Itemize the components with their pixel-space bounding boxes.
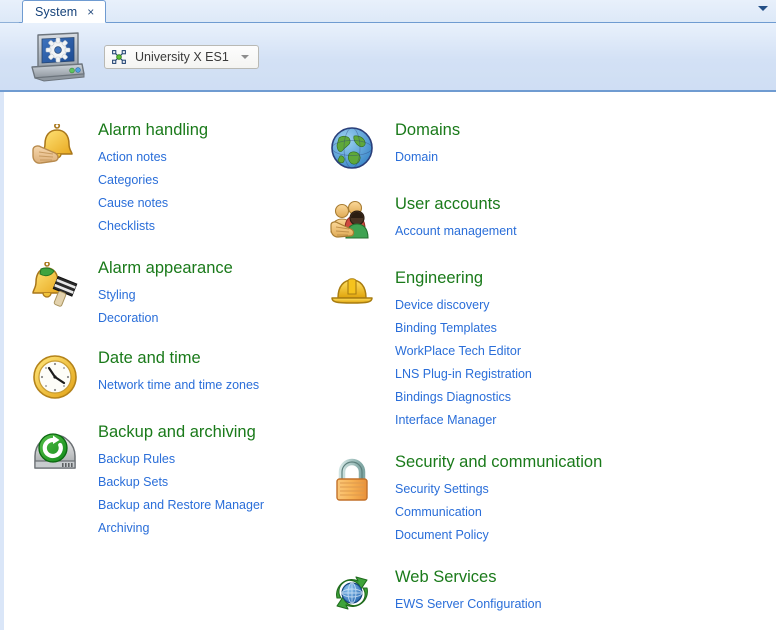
link-action-notes[interactable]: Action notes xyxy=(98,146,167,169)
group-body: User accounts Account management xyxy=(379,194,745,243)
group-title: Date and time xyxy=(98,349,201,367)
chevron-down-icon[interactable] xyxy=(758,6,768,11)
group-title: Engineering xyxy=(395,269,484,287)
group-body: Engineering Device discovery Binding Tem… xyxy=(379,268,745,432)
group-domains: Domains Domain xyxy=(325,120,745,172)
backup-drive-icon xyxy=(28,422,82,476)
clock-icon xyxy=(28,348,82,402)
link-workplace-tech-editor[interactable]: WorkPlace Tech Editor xyxy=(395,340,521,363)
settings-column-left: Alarm handling Action notes Categories C… xyxy=(28,92,328,540)
tab-strip: System × xyxy=(0,0,776,23)
group-backup-and-archiving: Backup and archiving Backup Rules Backup… xyxy=(28,422,328,540)
link-backup-rules[interactable]: Backup Rules xyxy=(98,448,175,471)
group-title: Alarm appearance xyxy=(98,259,233,277)
group-links: Action notes Categories Cause notes Chec… xyxy=(98,146,328,238)
group-title: Security and communication xyxy=(395,453,603,471)
laptop-settings-icon xyxy=(26,31,86,83)
group-body: Alarm appearance Styling Decoration xyxy=(82,258,328,330)
site-selector-value: University X ES1 xyxy=(135,49,229,64)
tab-system[interactable]: System × xyxy=(22,0,107,23)
group-links: Account management xyxy=(395,220,745,243)
group-body: Alarm handling Action notes Categories C… xyxy=(82,120,328,238)
group-links: EWS Server Configuration xyxy=(395,593,745,616)
group-links: Backup Rules Backup Sets Backup and Rest… xyxy=(98,448,328,540)
users-icon xyxy=(325,194,379,246)
settings-content: Alarm handling Action notes Categories C… xyxy=(0,92,776,630)
group-title: Web Services xyxy=(395,568,497,586)
group-body: Backup and archiving Backup Rules Backup… xyxy=(82,422,328,540)
link-cause-notes[interactable]: Cause notes xyxy=(98,192,168,215)
group-title: User accounts xyxy=(395,195,501,213)
link-security-settings[interactable]: Security Settings xyxy=(395,478,489,501)
group-links: Security Settings Communication Document… xyxy=(395,478,745,547)
link-styling[interactable]: Styling xyxy=(98,284,136,307)
site-selector-dropdown[interactable]: University X ES1 xyxy=(104,44,259,69)
group-alarm-handling: Alarm handling Action notes Categories C… xyxy=(28,120,328,238)
group-title: Domains xyxy=(395,121,461,139)
link-bindings-diagnostics[interactable]: Bindings Diagnostics xyxy=(395,386,511,409)
settings-column-right: Domains Domain User accounts Account man… xyxy=(325,92,745,616)
group-links: Domain xyxy=(395,146,745,169)
hardhat-icon xyxy=(325,268,379,316)
network-nodes-icon xyxy=(112,49,126,64)
tab-system-label: System xyxy=(35,4,78,19)
close-icon[interactable]: × xyxy=(86,6,95,18)
header-band: University X ES1 xyxy=(0,23,776,92)
group-links: Styling Decoration xyxy=(98,284,328,330)
link-communication[interactable]: Communication xyxy=(395,501,482,524)
web-services-icon xyxy=(325,567,379,615)
link-lns-plug-in-registration[interactable]: LNS Plug-in Registration xyxy=(395,363,532,386)
group-links: Network time and time zones xyxy=(98,374,328,397)
link-binding-templates[interactable]: Binding Templates xyxy=(395,317,497,340)
link-ews-server-configuration[interactable]: EWS Server Configuration xyxy=(395,593,542,616)
group-title: Backup and archiving xyxy=(98,423,256,441)
group-alarm-appearance: Alarm appearance Styling Decoration xyxy=(28,258,328,330)
globe-icon xyxy=(325,120,379,172)
group-body: Web Services EWS Server Configuration xyxy=(379,567,745,616)
group-links: Device discovery Binding Templates WorkP… xyxy=(395,294,745,432)
padlock-icon xyxy=(325,452,379,504)
link-backup-and-restore-manager[interactable]: Backup and Restore Manager xyxy=(98,494,264,517)
left-edge-accent xyxy=(0,92,4,630)
link-domain[interactable]: Domain xyxy=(395,146,438,169)
link-device-discovery[interactable]: Device discovery xyxy=(395,294,489,317)
link-categories[interactable]: Categories xyxy=(98,169,158,192)
link-backup-sets[interactable]: Backup Sets xyxy=(98,471,168,494)
bell-paintbrush-icon xyxy=(28,258,82,312)
chevron-down-icon[interactable] xyxy=(241,54,249,59)
group-web-services: Web Services EWS Server Configuration xyxy=(325,567,745,616)
group-engineering: Engineering Device discovery Binding Tem… xyxy=(325,268,745,432)
group-security-and-communication: Security and communication Security Sett… xyxy=(325,452,745,547)
link-checklists[interactable]: Checklists xyxy=(98,215,155,238)
link-account-management[interactable]: Account management xyxy=(395,220,517,243)
link-decoration[interactable]: Decoration xyxy=(98,307,158,330)
group-date-and-time: Date and time Network time and time zone… xyxy=(28,348,328,402)
bell-hand-icon xyxy=(28,120,82,174)
link-interface-manager[interactable]: Interface Manager xyxy=(395,409,496,432)
link-network-time-and-time-zones[interactable]: Network time and time zones xyxy=(98,374,259,397)
group-body: Domains Domain xyxy=(379,120,745,169)
link-archiving[interactable]: Archiving xyxy=(98,517,149,540)
group-body: Security and communication Security Sett… xyxy=(379,452,745,547)
group-user-accounts: User accounts Account management xyxy=(325,194,745,246)
group-body: Date and time Network time and time zone… xyxy=(82,348,328,397)
group-title: Alarm handling xyxy=(98,121,209,139)
link-document-policy[interactable]: Document Policy xyxy=(395,524,489,547)
